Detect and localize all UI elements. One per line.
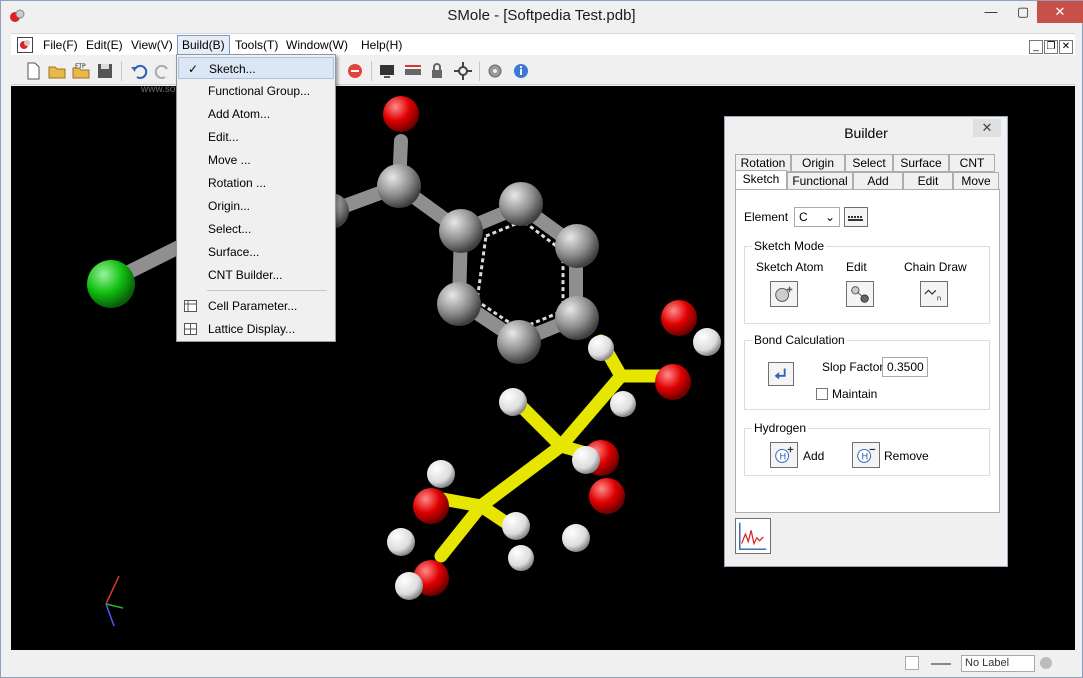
svg-text:FTP: FTP: [75, 63, 86, 70]
mdi-restore-button[interactable]: ❐: [1044, 40, 1058, 54]
maintain-checkbox[interactable]: [816, 388, 828, 400]
sketch-atom-button[interactable]: [770, 281, 798, 307]
status-line-icon: [931, 663, 951, 665]
redo-icon[interactable]: [153, 61, 173, 81]
open-folder-icon[interactable]: [47, 61, 67, 81]
chain-draw-button[interactable]: n: [920, 281, 948, 307]
chain-draw-label: Chain Draw: [904, 260, 967, 274]
tab-cnt[interactable]: CNT: [949, 154, 995, 172]
menu-build[interactable]: Build(B): [177, 35, 230, 55]
close-button[interactable]: ✕: [1037, 1, 1083, 23]
menu-item-cell-parameter[interactable]: Cell Parameter...: [178, 295, 334, 317]
title-bar: SMole - [Softpedia Test.pdb] — ▢ ✕: [1, 1, 1083, 31]
menu-help[interactable]: Help(H): [357, 36, 406, 56]
monitor-icon[interactable]: [377, 61, 397, 81]
undo-icon[interactable]: [129, 61, 149, 81]
sketch-tab-panel: Element C ⌄ Sketch Mode Sketch Atom Edit…: [735, 189, 1000, 513]
status-square-icon: [905, 656, 919, 670]
element-select[interactable]: C ⌄: [794, 207, 840, 227]
slop-factor-label: Slop Factor:: [822, 360, 887, 374]
tab-select[interactable]: Select: [845, 154, 893, 172]
window-title: SMole - [Softpedia Test.pdb]: [447, 7, 636, 24]
svg-text:n: n: [937, 293, 942, 302]
status-label-text: No Label: [965, 657, 1010, 669]
periodic-table-icon[interactable]: [844, 207, 868, 227]
tab-move[interactable]: Move: [953, 172, 999, 190]
menu-item-add-atom[interactable]: Add Atom...: [178, 103, 334, 125]
menu-item-cnt-builder[interactable]: CNT Builder...: [178, 264, 334, 286]
mdi-close-button[interactable]: ✕: [1059, 40, 1073, 54]
tab-surface[interactable]: Surface: [893, 154, 949, 172]
mdi-controls: _ ❐ ✕: [1028, 38, 1073, 54]
builder-close-button[interactable]: ✕: [973, 119, 1001, 137]
menu-tools[interactable]: Tools(T): [231, 36, 282, 56]
menu-edit[interactable]: Edit(E): [82, 36, 127, 56]
bond-calculation-title: Bond Calculation: [752, 333, 847, 347]
add-hydrogen-label: Add: [803, 449, 825, 463]
minimize-button[interactable]: —: [975, 1, 1007, 23]
toolbar: FTP: [11, 57, 1075, 85]
slop-factor-input[interactable]: 0.3500: [882, 357, 928, 377]
menu-item-surface[interactable]: Surface...: [178, 241, 334, 263]
save-icon[interactable]: [95, 61, 115, 81]
menu-item-origin[interactable]: Origin...: [178, 195, 334, 217]
ftp-icon[interactable]: FTP: [71, 61, 91, 81]
cell-grid-icon: [184, 300, 197, 312]
svg-text:H: H: [779, 452, 786, 463]
stop-icon[interactable]: [345, 61, 365, 81]
bond-calc-enter-icon[interactable]: [768, 362, 794, 386]
add-hydrogen-button[interactable]: H: [770, 442, 798, 468]
status-indicator-icon: [1040, 657, 1052, 669]
edit-atom-button[interactable]: [846, 281, 874, 307]
menu-view[interactable]: View(V): [127, 36, 177, 56]
status-bar: No Label: [1, 651, 1082, 677]
menu-window[interactable]: Window(W): [282, 36, 352, 56]
maintain-label: Maintain: [832, 387, 878, 401]
measure-icon[interactable]: [403, 61, 423, 81]
menu-item-sketch[interactable]: ✓ Sketch...: [178, 57, 334, 79]
menu-separator: [207, 290, 327, 291]
maximize-button[interactable]: ▢: [1007, 1, 1039, 23]
menu-file[interactable]: File(F): [39, 36, 82, 56]
builder-title: Builder: [844, 125, 888, 141]
menu-bar: File(F) Edit(E) View(V) Build(B) Tools(T…: [11, 33, 1075, 55]
sketch-mode-title: Sketch Mode: [752, 239, 827, 253]
menu-item-select[interactable]: Select...: [178, 218, 334, 240]
element-label: Element: [744, 210, 789, 224]
tab-origin[interactable]: Origin: [791, 154, 845, 172]
svg-text:H: H: [861, 452, 868, 463]
edit-mode-label: Edit: [846, 260, 867, 274]
sketch-atom-label: Sketch Atom: [756, 260, 824, 274]
chevron-down-icon: ⌄: [824, 210, 835, 224]
tab-edit[interactable]: Edit: [903, 172, 953, 190]
menu-item-functional-group[interactable]: Functional Group...: [178, 80, 334, 102]
move-icon[interactable]: [453, 61, 473, 81]
menu-item-lattice-display[interactable]: Lattice Display...: [178, 318, 334, 340]
builder-panel: Builder ✕ Rotation Origin Select Surface…: [724, 116, 1008, 567]
settings-gear-icon[interactable]: [485, 61, 505, 81]
lattice-grid-icon: [184, 323, 197, 335]
tab-functional[interactable]: Functional: [787, 172, 853, 190]
menu-item-rotation[interactable]: Rotation ...: [178, 172, 334, 194]
tab-add[interactable]: Add: [853, 172, 903, 190]
menu-item-move[interactable]: Move ...: [178, 149, 334, 171]
hydrogen-title: Hydrogen: [752, 421, 809, 435]
document-icon[interactable]: [17, 37, 33, 53]
new-file-icon[interactable]: [23, 61, 43, 81]
tab-sketch[interactable]: Sketch: [735, 170, 787, 190]
lock-icon[interactable]: [427, 61, 447, 81]
checkmark-icon: ✓: [188, 62, 199, 76]
mdi-minimize-button[interactable]: _: [1029, 40, 1043, 54]
info-icon[interactable]: [511, 61, 531, 81]
build-menu-dropdown: ✓ Sketch... Functional Group... Add Atom…: [176, 54, 336, 342]
remove-hydrogen-label: Remove: [884, 449, 929, 463]
energy-plot-icon[interactable]: [735, 518, 771, 554]
remove-hydrogen-button[interactable]: H: [852, 442, 880, 468]
menu-item-edit[interactable]: Edit...: [178, 126, 334, 148]
